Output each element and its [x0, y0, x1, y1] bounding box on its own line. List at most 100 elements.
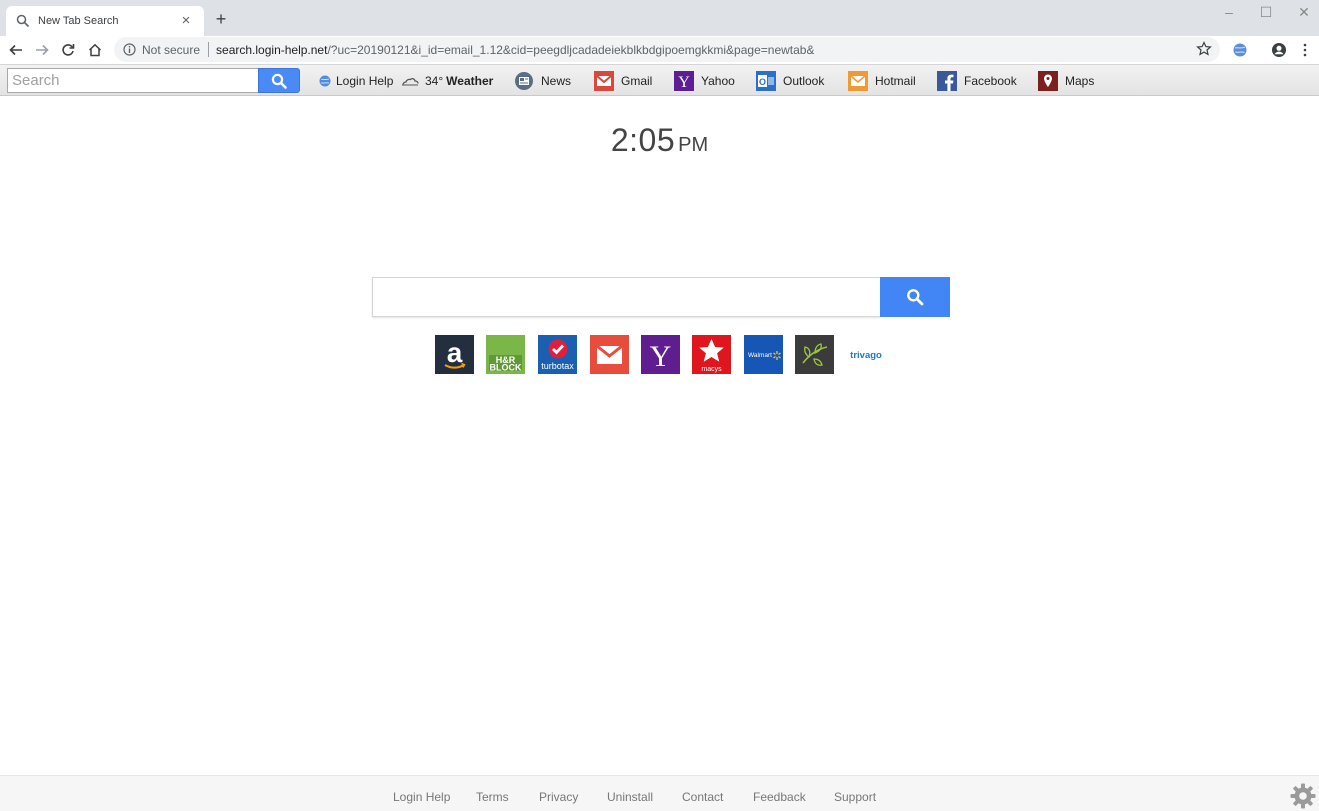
forward-button[interactable] — [31, 39, 53, 61]
tile-yahoo-text: Y — [650, 340, 672, 373]
ancestry-leaf-icon — [802, 343, 828, 366]
newspaper-icon — [514, 71, 534, 91]
walmart-logo-icon: Walmart — [748, 351, 781, 360]
bookmark-star-icon[interactable] — [1196, 41, 1212, 57]
toolbar-gmail-label: Gmail — [621, 74, 653, 88]
main-search-input[interactable] — [372, 277, 880, 317]
tile-trivago-text: trivago — [850, 350, 882, 361]
search-icon — [907, 289, 924, 306]
svg-text:Y: Y — [678, 74, 690, 91]
amazon-logo-icon: a — [444, 337, 466, 369]
outlook-icon: O — [756, 71, 776, 91]
tab-new-tab-search[interactable]: New Tab Search × — [6, 6, 204, 36]
hrblock-logo-icon: H&R BLOCK — [489, 355, 522, 373]
turbotax-logo-icon: turbotax — [541, 339, 574, 371]
info-icon[interactable] — [123, 43, 136, 56]
tile-trivago[interactable]: trivago — [846, 335, 885, 374]
footer-link-login-help[interactable]: Login Help — [393, 790, 450, 804]
toolbar-maps[interactable]: Maps — [1038, 70, 1094, 92]
toolbar-news[interactable]: News — [514, 70, 571, 92]
toolbar-hotmail-label: Hotmail — [875, 74, 916, 88]
browser-window: New Tab Search × + – ☐ ✕ Not secure sear… — [0, 0, 1319, 811]
clock-ampm: PM — [678, 134, 709, 156]
footer-link-privacy[interactable]: Privacy — [539, 790, 578, 804]
footer-link-support[interactable]: Support — [834, 790, 876, 804]
reload-button[interactable] — [57, 39, 79, 61]
toolbar-search-input[interactable] — [7, 68, 259, 93]
tile-walmart[interactable]: Walmart — [744, 335, 783, 374]
toolbar-facebook-label: Facebook — [964, 74, 1017, 88]
toolbar-login-help[interactable]: Login Help — [319, 70, 393, 92]
extension-toolbar: Login Help 34° Weather News Gmail Y — [0, 64, 1319, 96]
footer-link-feedback[interactable]: Feedback — [753, 790, 806, 804]
search-icon — [16, 14, 30, 28]
weather-label: Weather — [446, 74, 494, 88]
toolbar-weather[interactable]: 34° Weather — [401, 70, 493, 92]
gmail-logo-icon — [596, 344, 623, 364]
map-pin-icon — [1038, 71, 1058, 91]
facebook-icon — [937, 71, 957, 91]
back-arrow-icon — [9, 44, 22, 56]
footer-link-contact[interactable]: Contact — [682, 790, 723, 804]
reload-icon — [62, 44, 75, 56]
menu-kebab-icon[interactable] — [1297, 42, 1313, 58]
svg-text:BLOCK: BLOCK — [490, 363, 522, 373]
close-window-button[interactable]: ✕ — [1289, 2, 1319, 22]
tile-turbotax[interactable]: turbotax — [538, 335, 577, 374]
url-path: /?uc=20190121&i_id=email_1.12&cid=peegdl… — [327, 42, 815, 57]
back-button[interactable] — [5, 39, 27, 61]
svg-text:O: O — [759, 77, 766, 87]
toolbar-maps-label: Maps — [1065, 74, 1095, 88]
url-host: search.login-help.net — [216, 42, 328, 57]
maximize-button[interactable]: ☐ — [1251, 2, 1281, 22]
toolbar-yahoo[interactable]: Y Yahoo — [674, 70, 735, 92]
tile-amazon[interactable]: a — [435, 335, 474, 374]
navigation-bar: Not secure search.login-help.net/?uc=201… — [0, 36, 1319, 64]
gmail-icon — [594, 71, 614, 91]
profile-avatar-icon[interactable] — [1271, 42, 1287, 58]
globe-icon — [319, 71, 331, 91]
search-icon — [271, 73, 287, 89]
tile-macys[interactable]: macys — [692, 335, 731, 374]
minimize-button[interactable]: – — [1214, 2, 1244, 22]
address-bar[interactable]: Not secure search.login-help.net/?uc=201… — [114, 37, 1220, 62]
macys-star-icon: macys — [699, 339, 724, 373]
weather-temperature: 34° — [425, 74, 444, 88]
tile-hrblock[interactable]: H&R BLOCK — [486, 335, 525, 374]
tile-turbotax-text: turbotax — [541, 361, 574, 371]
toolbar-search-button[interactable] — [258, 68, 300, 93]
home-button[interactable] — [84, 39, 106, 61]
tile-yahoo[interactable]: Y — [641, 335, 680, 374]
trivago-logo-icon: trivago — [850, 350, 882, 361]
toolbar-gmail[interactable]: Gmail — [594, 70, 652, 92]
extension-globe-icon[interactable] — [1232, 42, 1248, 58]
clock-time: 2:05 — [610, 122, 676, 158]
home-icon — [88, 43, 102, 57]
main-search-box — [372, 277, 950, 317]
security-label[interactable]: Not secure — [142, 43, 200, 57]
cloud-icon — [401, 71, 419, 91]
toolbar-yahoo-label: Yahoo — [701, 74, 735, 88]
address-divider — [208, 42, 210, 57]
tab-close-icon[interactable]: × — [178, 13, 194, 29]
url-text[interactable]: search.login-help.net/?uc=20190121&i_id=… — [216, 43, 814, 57]
toolbar-facebook[interactable]: Facebook — [937, 70, 1017, 92]
yahoo-icon: Y — [674, 71, 694, 91]
toolbar-news-label: News — [541, 74, 572, 88]
toolbar-login-help-label: Login Help — [336, 74, 394, 88]
gear-icon[interactable] — [1289, 782, 1317, 810]
tile-amazon-text: a — [447, 337, 463, 368]
toolbar-outlook[interactable]: O Outlook — [756, 70, 824, 92]
tile-macys-text: macys — [701, 366, 722, 373]
footer-link-uninstall[interactable]: Uninstall — [607, 790, 653, 804]
tile-walmart-text: Walmart — [748, 352, 772, 359]
new-tab-button[interactable]: + — [212, 10, 230, 28]
hotmail-icon — [848, 71, 868, 91]
toolbar-outlook-label: Outlook — [783, 74, 825, 88]
footer-link-terms[interactable]: Terms — [476, 790, 509, 804]
toolbar-hotmail[interactable]: Hotmail — [848, 70, 916, 92]
main-search-button[interactable] — [880, 277, 950, 317]
tile-ancestry[interactable] — [795, 335, 834, 374]
footer: Login Help Terms Privacy Uninstall Conta… — [0, 775, 1319, 811]
tile-gmail[interactable] — [590, 335, 629, 374]
